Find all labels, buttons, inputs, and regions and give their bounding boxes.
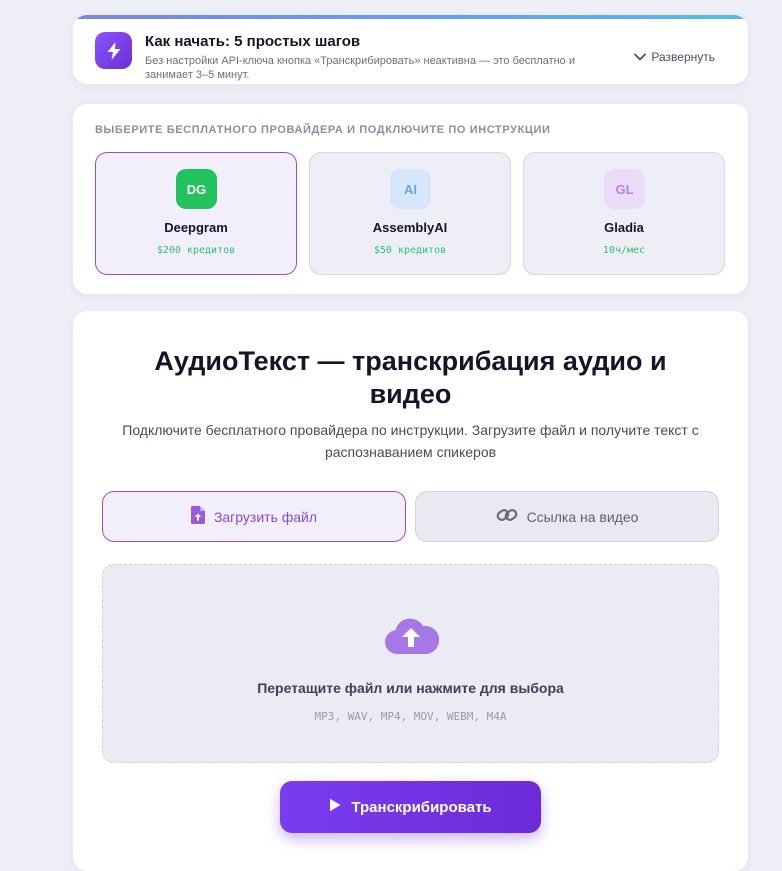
tab-upload-file[interactable]: Загрузить файл — [102, 491, 406, 542]
expand-label: Развернуть — [651, 50, 715, 64]
dropzone-title: Перетащите файл или нажмите для выбора — [257, 680, 564, 696]
cloud-upload-icon — [383, 615, 440, 660]
provider-name: Gladia — [604, 220, 644, 235]
page-subtitle: Подключите бесплатного провайдера по инс… — [122, 422, 699, 460]
transcribe-label: Транскрибировать — [351, 798, 492, 816]
play-icon — [329, 798, 341, 816]
gladia-logo-icon: GL — [604, 169, 645, 209]
provider-credit: $50 кредитов — [373, 245, 447, 256]
assemblyai-logo-icon: AI — [390, 169, 431, 209]
transcribe-panel: АудиоТекст — транскрибация аудио и видео… — [73, 311, 748, 871]
provider-heading: Выберите бесплатного провайдера и подклю… — [95, 124, 551, 136]
file-dropzone[interactable]: Перетащите файл или нажмите для выбора M… — [102, 564, 719, 763]
lightning-icon — [95, 32, 132, 69]
provider-card-deepgram[interactable]: DG Deepgram $200 кредитов — [95, 152, 297, 275]
provider-card-gladia[interactable]: GL Gladia 10ч/мес — [523, 152, 725, 275]
deepgram-logo-icon: DG — [176, 169, 217, 209]
provider-name: Deepgram — [164, 220, 228, 235]
banner-subtitle: Без настройки API-ключа кнопка «Транскри… — [145, 55, 576, 81]
dropzone-formats: MP3, WAV, MP4, MOV, WEBM, M4A — [314, 710, 507, 723]
banner-accent-line — [73, 15, 748, 19]
chevron-down-icon — [634, 50, 647, 64]
expand-button[interactable]: Развернуть — [634, 50, 715, 64]
tab-label: Ссылка на видео — [526, 508, 639, 525]
transcribe-button[interactable]: Транскрибировать — [280, 781, 541, 833]
provider-name: AssemblyAI — [372, 220, 448, 235]
banner-title: Как начать: 5 простых шагов — [145, 33, 361, 50]
link-icon — [496, 506, 518, 527]
page-title: АудиоТекст — транскрибация аудио и видео — [154, 346, 667, 409]
provider-card-assemblyai[interactable]: AI AssemblyAI $50 кредитов — [309, 152, 511, 275]
file-upload-icon — [190, 506, 205, 527]
tab-video-link[interactable]: Ссылка на видео — [415, 491, 719, 542]
getting-started-banner: Как начать: 5 простых шагов Без настройк… — [73, 15, 748, 84]
tab-label: Загрузить файл — [213, 508, 318, 525]
provider-panel: Выберите бесплатного провайдера и подклю… — [73, 104, 748, 294]
provider-credit: $200 кредитов — [156, 245, 236, 256]
provider-credit: 10ч/мес — [602, 245, 646, 256]
